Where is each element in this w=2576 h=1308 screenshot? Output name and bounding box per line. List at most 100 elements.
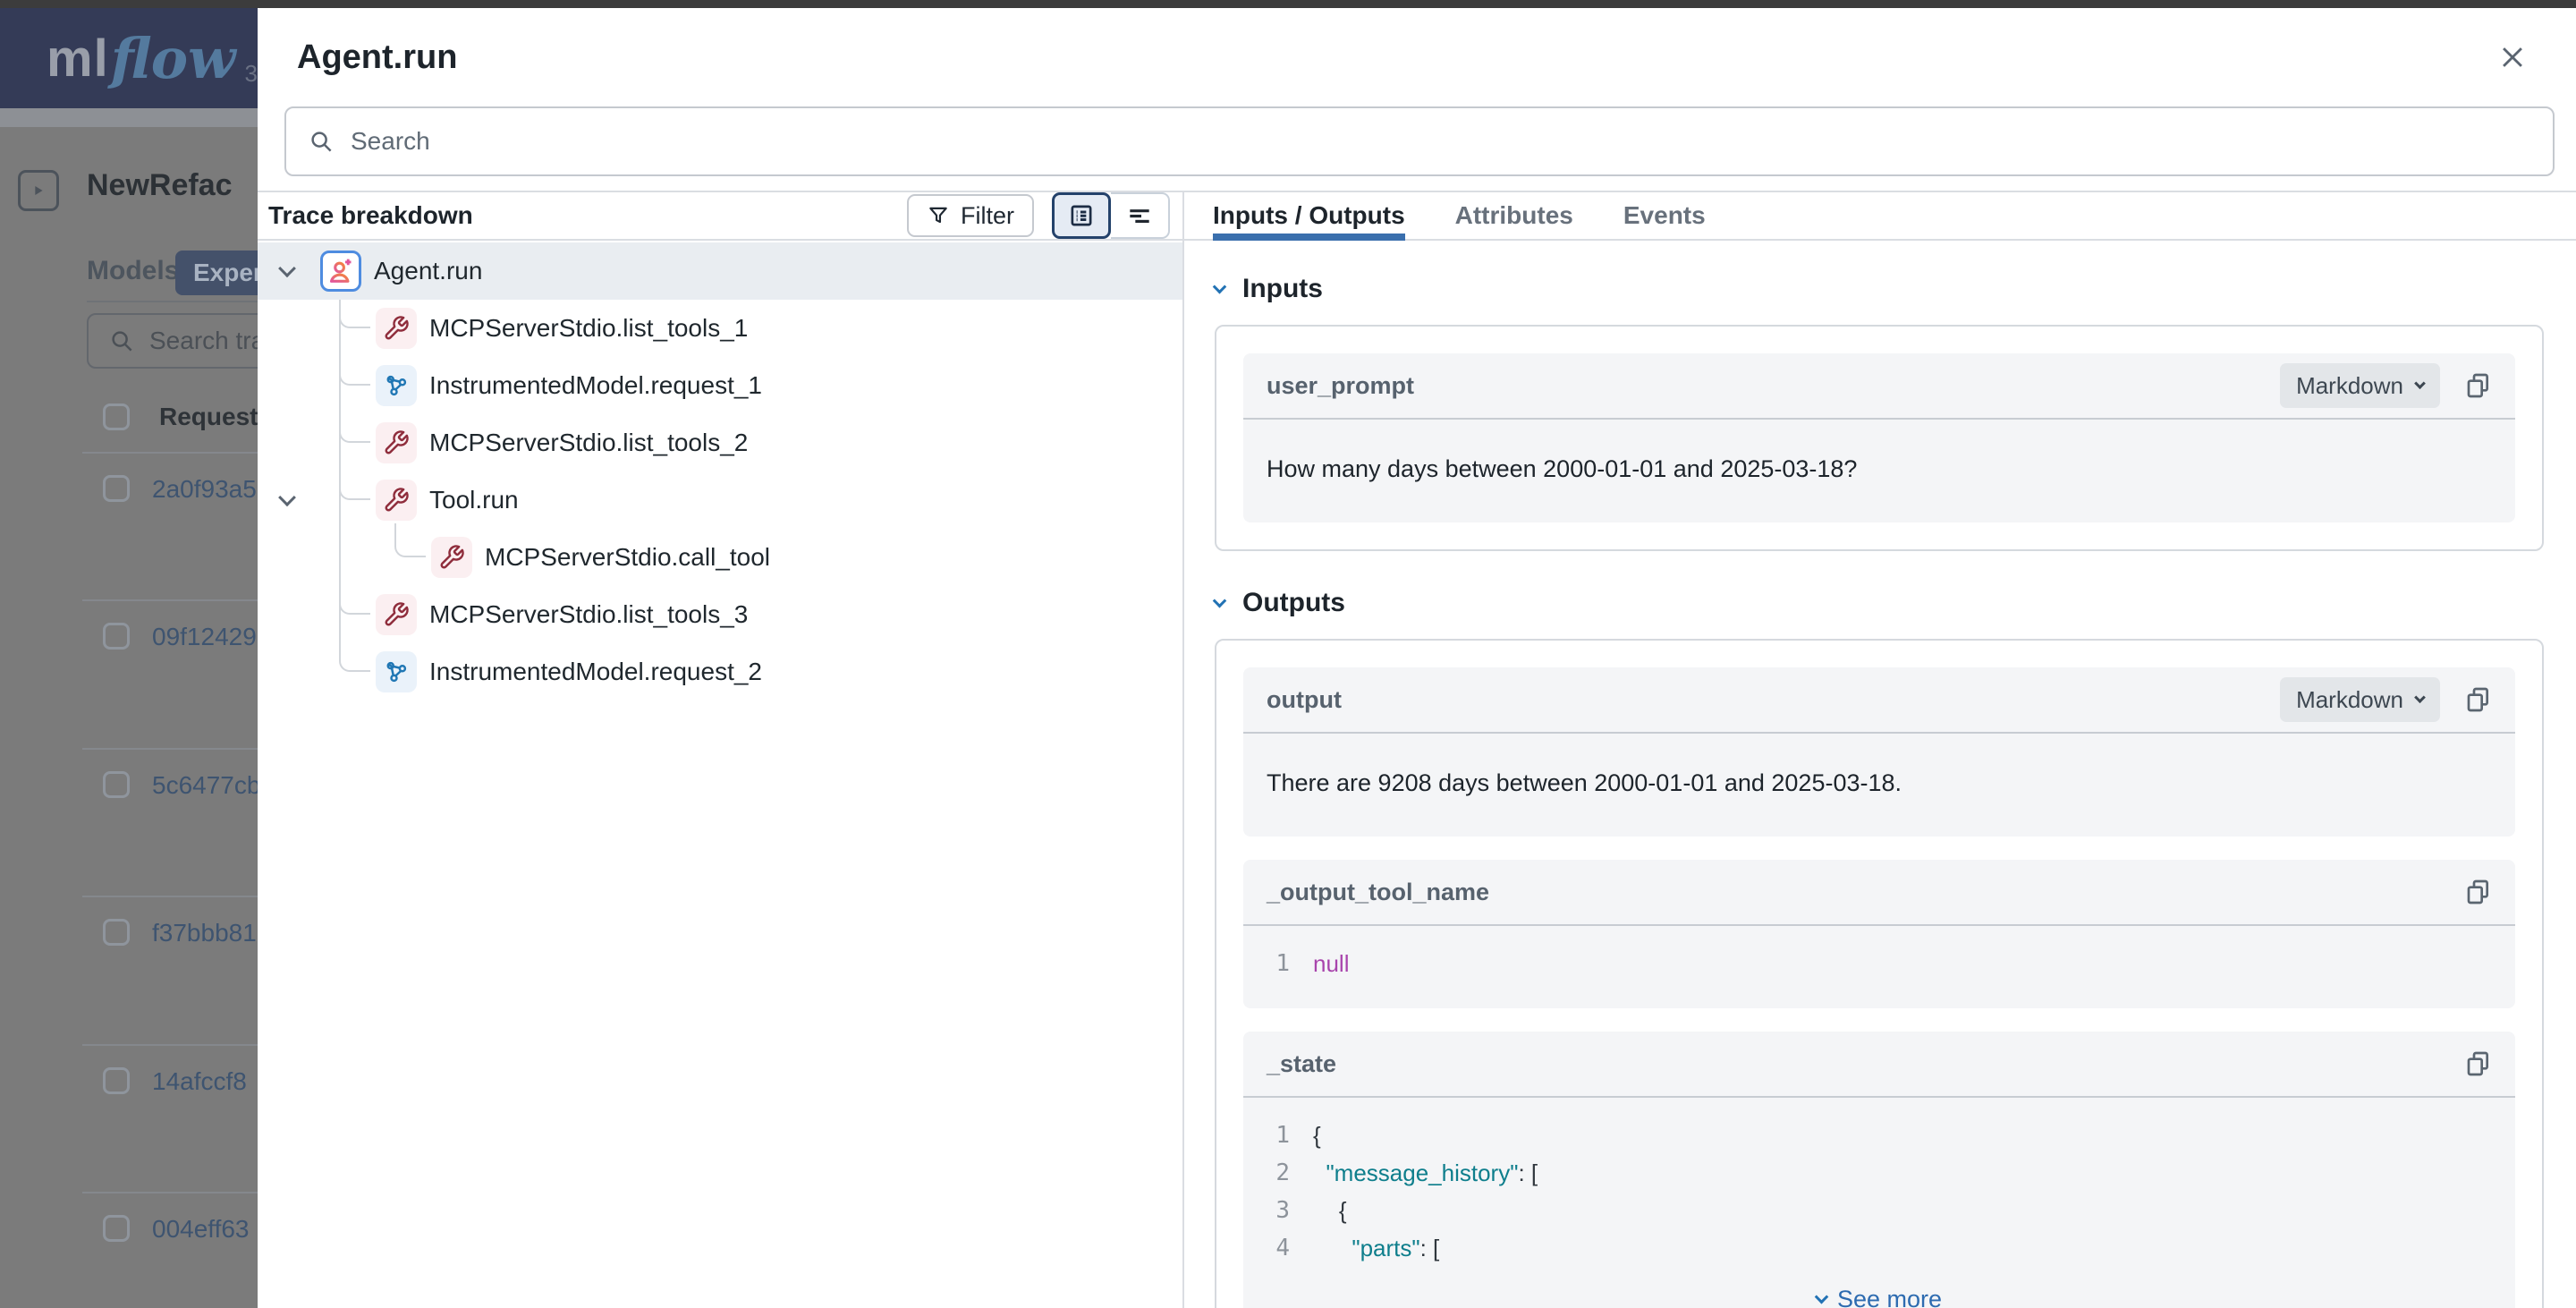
wrench-icon	[383, 487, 410, 514]
modal-title: Agent.run	[297, 38, 457, 77]
tree-node-mcpserverstdio-list-tools-2[interactable]: MCPServerStdio.list_tools_2	[258, 414, 1182, 471]
view-toggle-group	[1052, 192, 1170, 239]
trace-breakdown-title: Trace breakdown	[268, 201, 473, 230]
line-number: 2	[1267, 1155, 1290, 1193]
tree-view-icon	[1067, 201, 1096, 230]
inputs-section-header[interactable]: Inputs	[1215, 269, 2544, 309]
line-number: 1	[1267, 946, 1290, 983]
code-block: 1null	[1243, 926, 2515, 1008]
chevron-down-icon[interactable]	[278, 259, 296, 277]
model-icon-box	[376, 365, 417, 406]
row-checkbox[interactable]	[103, 623, 130, 650]
row-checkbox[interactable]	[103, 475, 130, 502]
field-output: outputMarkdownThere are 9208 days betwee…	[1243, 667, 2515, 837]
outputs-section-header[interactable]: Outputs	[1215, 583, 2544, 623]
span-tree: Agent.run MCPServerStdio.list_tools_1 Inst…	[258, 241, 1182, 1308]
select-all-checkbox[interactable]	[103, 403, 130, 430]
span-label: MCPServerStdio.list_tools_3	[429, 600, 748, 629]
search-icon	[308, 128, 335, 155]
tool-icon-box	[376, 308, 417, 349]
top-strip	[0, 0, 2576, 8]
line-number: 4	[1267, 1230, 1290, 1268]
wrench-icon	[383, 601, 410, 628]
tree-node-mcpserverstdio-list-tools-3[interactable]: MCPServerStdio.list_tools_3	[258, 586, 1182, 643]
trace-breakdown-panel: Trace breakdown Filter	[258, 192, 1184, 1308]
tree-node-instrumentedmodel-request-2[interactable]: InstrumentedModel.request_2	[258, 643, 1182, 701]
copy-button[interactable]	[2463, 371, 2492, 400]
field-state: _state1{2 "message_history": [3 {4 "part…	[1243, 1032, 2515, 1308]
modal-header: Agent.run	[258, 8, 2576, 106]
field-name: output	[1267, 686, 1342, 714]
span-label: MCPServerStdio.call_tool	[485, 543, 770, 572]
trace-id-link[interactable]: 5c6477cb	[152, 771, 260, 800]
model-icon	[383, 658, 410, 685]
row-checkbox[interactable]	[103, 1067, 130, 1094]
trace-id-link[interactable]: 2a0f93a5	[152, 475, 257, 504]
trace-detail-modal: Agent.run Search Trace breakdown Filter	[258, 8, 2576, 1308]
chevron-down-icon	[1213, 593, 1227, 607]
tab-attributes[interactable]: Attributes	[1455, 192, 1573, 239]
chevron-down-icon	[1815, 1290, 1829, 1304]
search-placeholder: Search	[351, 127, 430, 156]
wrench-icon	[383, 429, 410, 456]
line-number: 3	[1267, 1193, 1290, 1230]
span-label: Agent.run	[374, 257, 482, 285]
play-icon	[29, 181, 48, 200]
tool-icon-box	[376, 594, 417, 635]
search-icon	[108, 327, 135, 354]
close-icon	[2497, 42, 2528, 72]
run-button[interactable]	[18, 170, 59, 211]
field-output-tool-name: _output_tool_name1null	[1243, 860, 2515, 1008]
wrench-icon	[438, 544, 465, 571]
field-value: How many days between 2000-01-01 and 202…	[1243, 420, 2515, 522]
tree-view-toggle[interactable]	[1052, 192, 1111, 239]
tab-models[interactable]: Models	[87, 256, 179, 286]
tab-inputs-outputs[interactable]: Inputs / Outputs	[1213, 192, 1405, 239]
screen: mlflow 3. NewRefac Models Experiment Sea…	[0, 0, 2576, 1308]
span-label: MCPServerStdio.list_tools_1	[429, 314, 748, 343]
close-button[interactable]	[2497, 42, 2528, 72]
format-select[interactable]: Markdown	[2280, 677, 2440, 722]
chevron-down-icon	[1213, 279, 1227, 293]
trace-id-link[interactable]: 14afccf8	[152, 1067, 247, 1096]
copy-button[interactable]	[2463, 685, 2492, 714]
filter-icon	[927, 204, 950, 227]
tree-node-agent-run[interactable]: Agent.run	[258, 242, 1182, 300]
span-detail-panel: Inputs / OutputsAttributesEvents Inputs …	[1184, 192, 2576, 1308]
row-checkbox[interactable]	[103, 1215, 130, 1242]
trace-id-link[interactable]: 09f12429	[152, 623, 257, 651]
wrench-icon	[383, 315, 410, 342]
modal-search-input[interactable]: Search	[284, 106, 2555, 176]
timeline-view-toggle[interactable]	[1111, 192, 1170, 239]
tree-node-tool-run[interactable]: Tool.run	[258, 471, 1182, 529]
outputs-card: outputMarkdownThere are 9208 days betwee…	[1215, 639, 2544, 1308]
tree-node-mcpserverstdio-list-tools-1[interactable]: MCPServerStdio.list_tools_1	[258, 300, 1182, 357]
tool-icon-box	[376, 422, 417, 463]
tree-node-mcpserverstdio-call-tool[interactable]: MCPServerStdio.call_tool	[258, 529, 1182, 586]
row-checkbox[interactable]	[103, 771, 130, 798]
filter-button[interactable]: Filter	[907, 194, 1034, 237]
tab-events[interactable]: Events	[1623, 192, 1706, 239]
model-icon-box	[376, 651, 417, 692]
table-header-row: Request	[103, 403, 258, 431]
modal-body: Trace breakdown Filter	[258, 191, 2576, 1308]
field-name: _state	[1267, 1050, 1336, 1078]
span-label: InstrumentedModel.request_1	[429, 371, 762, 400]
trace-id-link[interactable]: f37bbb81	[152, 919, 257, 947]
trace-breakdown-header: Trace breakdown Filter	[258, 192, 1182, 241]
copy-button[interactable]	[2463, 1049, 2492, 1078]
span-label: MCPServerStdio.list_tools_2	[429, 429, 748, 457]
chevron-down-icon[interactable]	[278, 488, 296, 506]
tree-node-instrumentedmodel-request-1[interactable]: InstrumentedModel.request_1	[258, 357, 1182, 414]
line-number: 1	[1267, 1117, 1290, 1155]
trace-id-link[interactable]: 004eff63	[152, 1215, 250, 1244]
row-checkbox[interactable]	[103, 919, 130, 946]
field-user-prompt: user_prompt Markdown How many days between…	[1243, 353, 2515, 522]
copy-button[interactable]	[2463, 878, 2492, 906]
see-more-link[interactable]: See more	[1267, 1286, 2492, 1308]
span-label: Tool.run	[429, 486, 519, 514]
column-header-request: Request	[159, 403, 258, 431]
format-select[interactable]: Markdown	[2280, 363, 2440, 408]
field-name: user_prompt	[1267, 372, 1414, 400]
span-label: InstrumentedModel.request_2	[429, 658, 762, 686]
